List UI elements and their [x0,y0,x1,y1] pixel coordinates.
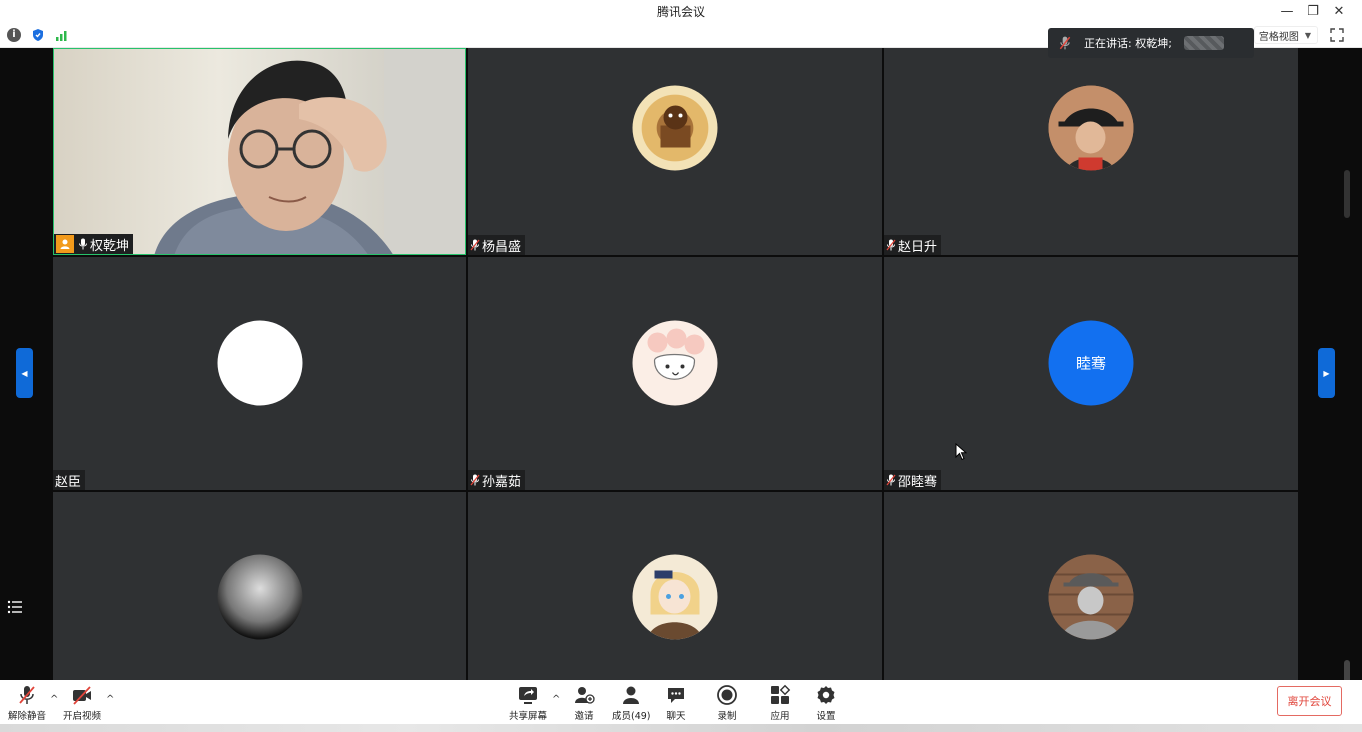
members-icon [623,686,640,704]
meeting-toolbar: 解除静音 ^ 开启视频 ^ 共享屏幕 ^ 邀请 成员(49) 聊天 录制 应用 … [0,680,1362,724]
record-button[interactable]: 录制 [716,684,738,722]
window-controls: — ❐ ✕ [1274,0,1352,22]
apps-icon [771,684,791,704]
host-icon [56,235,74,253]
participant-video [54,49,465,254]
record-icon [717,685,737,705]
apps-button[interactable]: 应用 [769,684,791,722]
chat-button[interactable]: 聊天 [665,684,687,722]
unmute-button[interactable]: 解除静音 [8,684,46,722]
avatar-initials: 睦骞 [1075,354,1106,373]
add-user-icon [575,687,595,704]
participant-label: 邵睦骞 [884,470,942,490]
mouse-cursor-icon [955,443,967,461]
meeting-window: 腾讯会议 — ❐ ✕ i 宫格视图 ▼ 权乾坤 杨昌盛 赵日升 赵臣 孙嘉茹 睦… [0,0,1362,732]
participant-label: 权乾坤 [54,234,134,254]
unmute-label: 解除静音 [8,711,47,722]
participant-avatar [632,320,718,406]
speaking-text: 正在讲话: 权乾坤; [1084,37,1172,50]
start-video-button[interactable]: 开启视频 [63,684,101,722]
invite-label: 邀请 [574,711,594,722]
leave-meeting-button[interactable]: 离开会议 [1277,686,1342,716]
participant-avatar: 睦骞 [1048,320,1134,406]
microphone-muted-icon [470,474,480,486]
participant-label: 孙嘉茹 [468,470,526,490]
next-page-button[interactable]: ▶ [1318,348,1335,398]
participant-name: 权乾坤 [90,238,130,254]
participant-name: 孙嘉茹 [482,474,522,490]
participant-label: 杨昌盛 [468,235,526,255]
participant-name: 杨昌盛 [482,239,522,255]
title-bar: 腾讯会议 — ❐ ✕ [0,0,1362,22]
start-video-label: 开启视频 [63,711,102,722]
participant-avatar [217,554,303,640]
participant-avatar [1048,85,1134,171]
participant-tile[interactable]: 睦骞 邵睦骞 [884,257,1298,490]
volume-meter [1344,170,1350,218]
view-mode-label: 宫格视图 [1258,31,1299,43]
participant-tile[interactable]: 孙嘉茹 [468,257,882,490]
fullscreen-icon[interactable] [1330,28,1344,42]
invite-button[interactable]: 邀请 [573,684,595,722]
participant-tile[interactable]: 权乾坤 [53,48,466,255]
members-button[interactable]: 成员(49) [612,684,651,722]
share-screen-icon [519,687,537,704]
participant-tile[interactable]: 赵日升 [884,48,1298,255]
signal-icon[interactable] [55,28,69,42]
video-grid: 权乾坤 杨昌盛 赵日升 赵臣 孙嘉茹 睦骞 邵睦骞 [53,48,1298,680]
camera-off-icon [73,686,91,705]
chevron-up-icon[interactable]: ^ [50,694,58,705]
participant-avatar [217,320,302,406]
participant-avatar [632,85,718,171]
participant-tile[interactable] [53,492,466,680]
participant-tile[interactable]: 杨昌盛 [468,48,882,255]
participant-tile[interactable]: 赵臣 [53,257,466,490]
microphone-muted-icon [886,239,896,251]
participant-tile[interactable] [468,492,882,680]
participant-name: 赵臣 [55,474,82,490]
list-icon[interactable] [6,598,24,616]
blurred-name [1183,36,1224,50]
chevron-up-icon[interactable]: ^ [552,694,560,705]
share-screen-label: 共享屏幕 [509,711,548,722]
microphone-icon [79,238,87,250]
members-label: 成员(49) [612,711,651,722]
participant-avatar [632,554,718,640]
participant-label: 赵臣 [53,470,86,490]
close-button[interactable]: ✕ [1326,0,1352,22]
participant-label: 赵日升 [884,235,942,255]
info-icon[interactable]: i [7,28,21,42]
taskbar [0,724,1362,732]
chevron-up-icon[interactable]: ^ [106,694,114,705]
participant-name: 赵日升 [898,239,938,255]
settings-label: 设置 [816,711,836,722]
share-screen-button[interactable]: 共享屏幕 [509,684,547,722]
apps-label: 应用 [770,711,790,722]
record-label: 录制 [717,711,737,722]
settings-button[interactable]: 设置 [815,684,837,722]
caret-down-icon: ▼ [1304,30,1311,40]
view-mode-select[interactable]: 宫格视图 ▼ [1253,26,1318,44]
chat-icon [668,688,684,703]
microphone-muted-icon [19,686,35,704]
microphone-icon [1059,36,1071,50]
window-title: 腾讯会议 [656,5,705,19]
microphone-muted-icon [470,239,480,251]
chat-label: 聊天 [666,711,686,722]
minimize-button[interactable]: — [1274,0,1300,22]
gear-icon [817,686,835,704]
participant-avatar [1048,554,1134,640]
prev-page-button[interactable]: ◀ [16,348,33,398]
microphone-muted-icon [886,474,896,486]
participant-name: 邵睦骞 [898,474,938,490]
participant-tile[interactable] [884,492,1298,680]
speaking-indicator: 正在讲话: 权乾坤; [1048,28,1254,58]
shield-icon[interactable] [31,28,45,42]
restore-button[interactable]: ❐ [1300,0,1326,22]
